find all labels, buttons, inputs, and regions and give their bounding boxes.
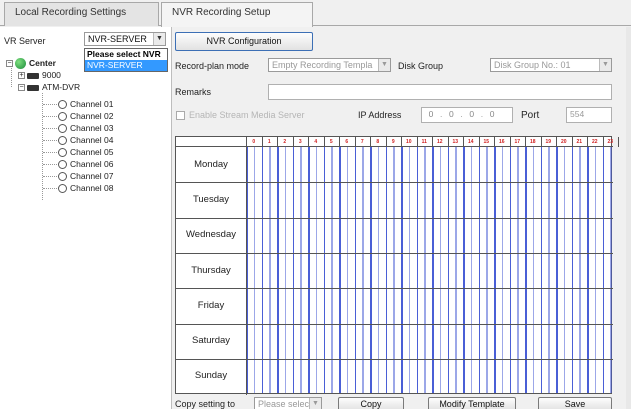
hour-label: 2: [283, 139, 287, 145]
hour-label: 14: [467, 139, 474, 145]
tree-channel-item[interactable]: Channel 02: [58, 110, 113, 122]
hour-label: 10: [405, 139, 412, 145]
tree-channel-item[interactable]: Channel 08: [58, 182, 113, 194]
record-plan-label: Record-plan mode: [175, 61, 250, 71]
hour-label: 9: [391, 139, 395, 145]
schedule-grid[interactable]: 0 1 2 3 4 5 6 7 8 9 10 11 12 13 14 15 16 17 18 19 20 21 22 23 M…: [175, 136, 619, 395]
record-plan-select[interactable]: Empty Recording Templa ▼: [268, 58, 391, 72]
chevron-down-icon[interactable]: ▼: [378, 59, 390, 71]
remarks-input[interactable]: [268, 84, 612, 100]
camera-icon: [58, 124, 67, 134]
tree-node-center[interactable]: − Center: [6, 57, 56, 70]
camera-icon: [58, 100, 67, 110]
port-input[interactable]: 554: [566, 107, 612, 123]
remarks-label: Remarks: [175, 87, 212, 97]
port-label: Port: [521, 110, 540, 121]
hour-label: 17: [514, 139, 521, 145]
hour-label: 1: [267, 139, 271, 145]
enable-stream-checkbox[interactable]: [176, 111, 185, 120]
nvr-configuration-button[interactable]: NVR Configuration: [175, 32, 313, 51]
disk-group-select[interactable]: Disk Group No.: 01 ▼: [490, 58, 612, 72]
hour-label: 20: [560, 139, 567, 145]
hour-label: 7: [360, 139, 364, 145]
hour-label: 0: [252, 139, 256, 145]
disk-group-label: Disk Group: [398, 61, 444, 71]
tab-nvr-recording-setup[interactable]: NVR Recording Setup: [161, 2, 313, 27]
dropdown-option[interactable]: Please select NVR: [85, 49, 167, 60]
camera-icon: [58, 160, 67, 170]
hour-label: 16: [498, 139, 505, 145]
tree-channel-item[interactable]: Channel 03: [58, 122, 113, 134]
camera-icon: [58, 112, 67, 122]
hour-label: 3: [298, 139, 302, 145]
tree-channel-item[interactable]: Channel 01: [58, 98, 113, 110]
camera-icon: [58, 184, 67, 194]
globe-icon: [15, 58, 26, 70]
day-label-friday: Friday: [197, 299, 225, 311]
day-label-saturday: Saturday: [191, 335, 231, 347]
tree-channel-item[interactable]: Channel 04: [58, 134, 113, 146]
nvr-server-dropdown-list: Please select NVR NVR-SERVER: [84, 48, 168, 72]
copy-channel-select[interactable]: Please select chan▼: [254, 397, 322, 409]
hour-label: 23: [607, 139, 614, 145]
hour-label: 21: [576, 139, 583, 145]
hour-label: 18: [529, 139, 536, 145]
save-button[interactable]: Save: [538, 397, 612, 409]
tree-channel-item[interactable]: Channel 05: [58, 146, 113, 158]
hour-label: 15: [483, 139, 490, 145]
tree-node-9000[interactable]: +9000: [18, 69, 61, 81]
dvr-icon: [27, 72, 39, 79]
nvr-server-label: VR Server: [4, 36, 46, 46]
day-label-tuesday: Tuesday: [192, 193, 230, 205]
hour-label: 11: [421, 139, 427, 145]
nvr-server-value: NVR-SERVER: [88, 34, 147, 44]
tree-channel-item[interactable]: Channel 06: [58, 158, 113, 170]
tab-local-recording-settings[interactable]: Local Recording Settings: [4, 2, 159, 26]
hour-label: 19: [545, 139, 552, 145]
hour-label: 5: [329, 139, 333, 145]
camera-icon: [58, 148, 67, 158]
hour-label: 22: [591, 139, 598, 145]
nvr-server-select[interactable]: NVR-SERVER ▼: [84, 32, 166, 46]
chevron-down-icon[interactable]: ▼: [153, 33, 165, 45]
collapse-icon[interactable]: −: [6, 60, 13, 68]
hour-label: 13: [452, 139, 459, 145]
hour-label: 12: [436, 139, 443, 145]
hour-header: 0 1 2 3 4 5 6 7 8 9 10 11 12 13 14 15 16 17 18 19 20 21 22 23: [176, 137, 613, 147]
hour-label: 6: [345, 139, 349, 145]
chevron-down-icon[interactable]: ▼: [599, 59, 611, 71]
left-pane: VR Server NVR-SERVER ▼ − Center +9000 − AT…: [0, 27, 172, 409]
camera-icon: [58, 136, 67, 146]
camera-icon: [58, 172, 67, 182]
tree-node-atm-dvr[interactable]: − ATM-DVR: [18, 81, 80, 93]
hour-label: 4: [314, 139, 318, 145]
day-label-sunday: Sunday: [194, 370, 228, 382]
hour-label: 8: [376, 139, 380, 145]
dropdown-option[interactable]: NVR-SERVER: [85, 60, 167, 71]
chevron-down-icon[interactable]: ▼: [309, 398, 321, 409]
collapse-icon[interactable]: −: [18, 84, 25, 92]
day-label-monday: Monday: [194, 158, 228, 170]
modify-template-button[interactable]: Modify Template: [428, 397, 516, 409]
expand-icon[interactable]: +: [18, 72, 25, 80]
day-label-wednesday: Wednesday: [186, 229, 236, 241]
scrollbar[interactable]: [626, 27, 631, 409]
copy-setting-label: Copy setting to: [175, 399, 236, 409]
day-label-thursday: Thursday: [191, 264, 231, 276]
dvr-icon: [27, 84, 39, 91]
ip-address-input[interactable]: 0.0.0.0: [421, 107, 513, 123]
tree-channel-item[interactable]: Channel 07: [58, 170, 113, 182]
enable-stream-label: Enable Stream Media Server: [189, 110, 305, 120]
ip-address-label: IP Address: [358, 110, 402, 120]
copy-button[interactable]: Copy: [338, 397, 404, 409]
tab-bar: Local Recording Settings NVR Recording S…: [0, 0, 631, 27]
